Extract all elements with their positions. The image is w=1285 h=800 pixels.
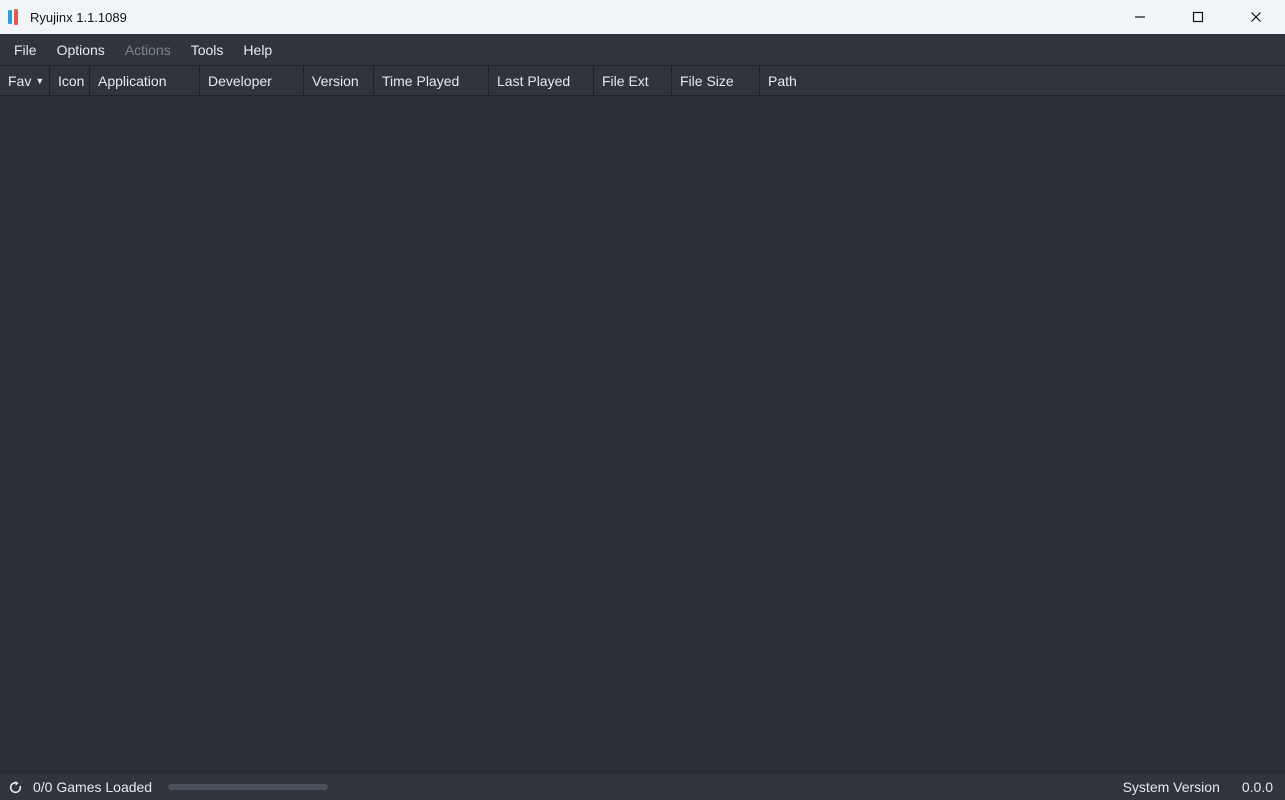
status-games-loaded: 0/0 Games Loaded [33, 779, 152, 795]
column-header-application-label: Application [98, 73, 167, 89]
menu-actions: Actions [115, 36, 181, 64]
sort-caret-down-icon: ▼ [35, 76, 44, 86]
column-header-icon-label: Icon [58, 73, 84, 89]
column-header-file-ext-label: File Ext [602, 73, 649, 89]
column-header-time-played-label: Time Played [382, 73, 459, 89]
close-button[interactable] [1227, 0, 1285, 34]
column-header-fav-label: Fav [8, 73, 31, 89]
status-system-version-label: System Version [1123, 779, 1220, 795]
window-title: Ryujinx 1.1.1089 [30, 10, 127, 25]
column-header-developer-label: Developer [208, 73, 272, 89]
column-header-file-size-label: File Size [680, 73, 734, 89]
column-header-file-ext[interactable]: File Ext [594, 66, 672, 95]
maximize-button[interactable] [1169, 0, 1227, 34]
menu-file[interactable]: File [4, 36, 47, 64]
column-header-application[interactable]: Application [90, 66, 200, 95]
menu-tools[interactable]: Tools [181, 36, 234, 64]
column-header-last-played[interactable]: Last Played [489, 66, 594, 95]
column-header-last-played-label: Last Played [497, 73, 570, 89]
column-header-icon[interactable]: Icon [50, 66, 90, 95]
menu-bar: File Options Actions Tools Help [0, 34, 1285, 66]
column-header-developer[interactable]: Developer [200, 66, 304, 95]
game-list-headers: Fav ▼ Icon Application Developer Version… [0, 66, 1285, 96]
refresh-icon[interactable] [8, 780, 23, 795]
column-header-time-played[interactable]: Time Played [374, 66, 489, 95]
minimize-button[interactable] [1111, 0, 1169, 34]
window-controls [1111, 0, 1285, 34]
column-header-version-label: Version [312, 73, 359, 89]
column-header-version[interactable]: Version [304, 66, 374, 95]
game-list-area [0, 96, 1285, 774]
column-header-file-size[interactable]: File Size [672, 66, 760, 95]
column-header-path-label: Path [768, 73, 797, 89]
menu-help[interactable]: Help [233, 36, 282, 64]
status-bar: 0/0 Games Loaded System Version 0.0.0 [0, 774, 1285, 800]
column-header-fav[interactable]: Fav ▼ [0, 66, 50, 95]
menu-options[interactable]: Options [47, 36, 115, 64]
column-header-path[interactable]: Path [760, 66, 1285, 95]
status-system-version-value: 0.0.0 [1242, 779, 1273, 795]
load-progress-bar [168, 784, 328, 790]
app-icon [8, 9, 22, 25]
window-titlebar: Ryujinx 1.1.1089 [0, 0, 1285, 34]
